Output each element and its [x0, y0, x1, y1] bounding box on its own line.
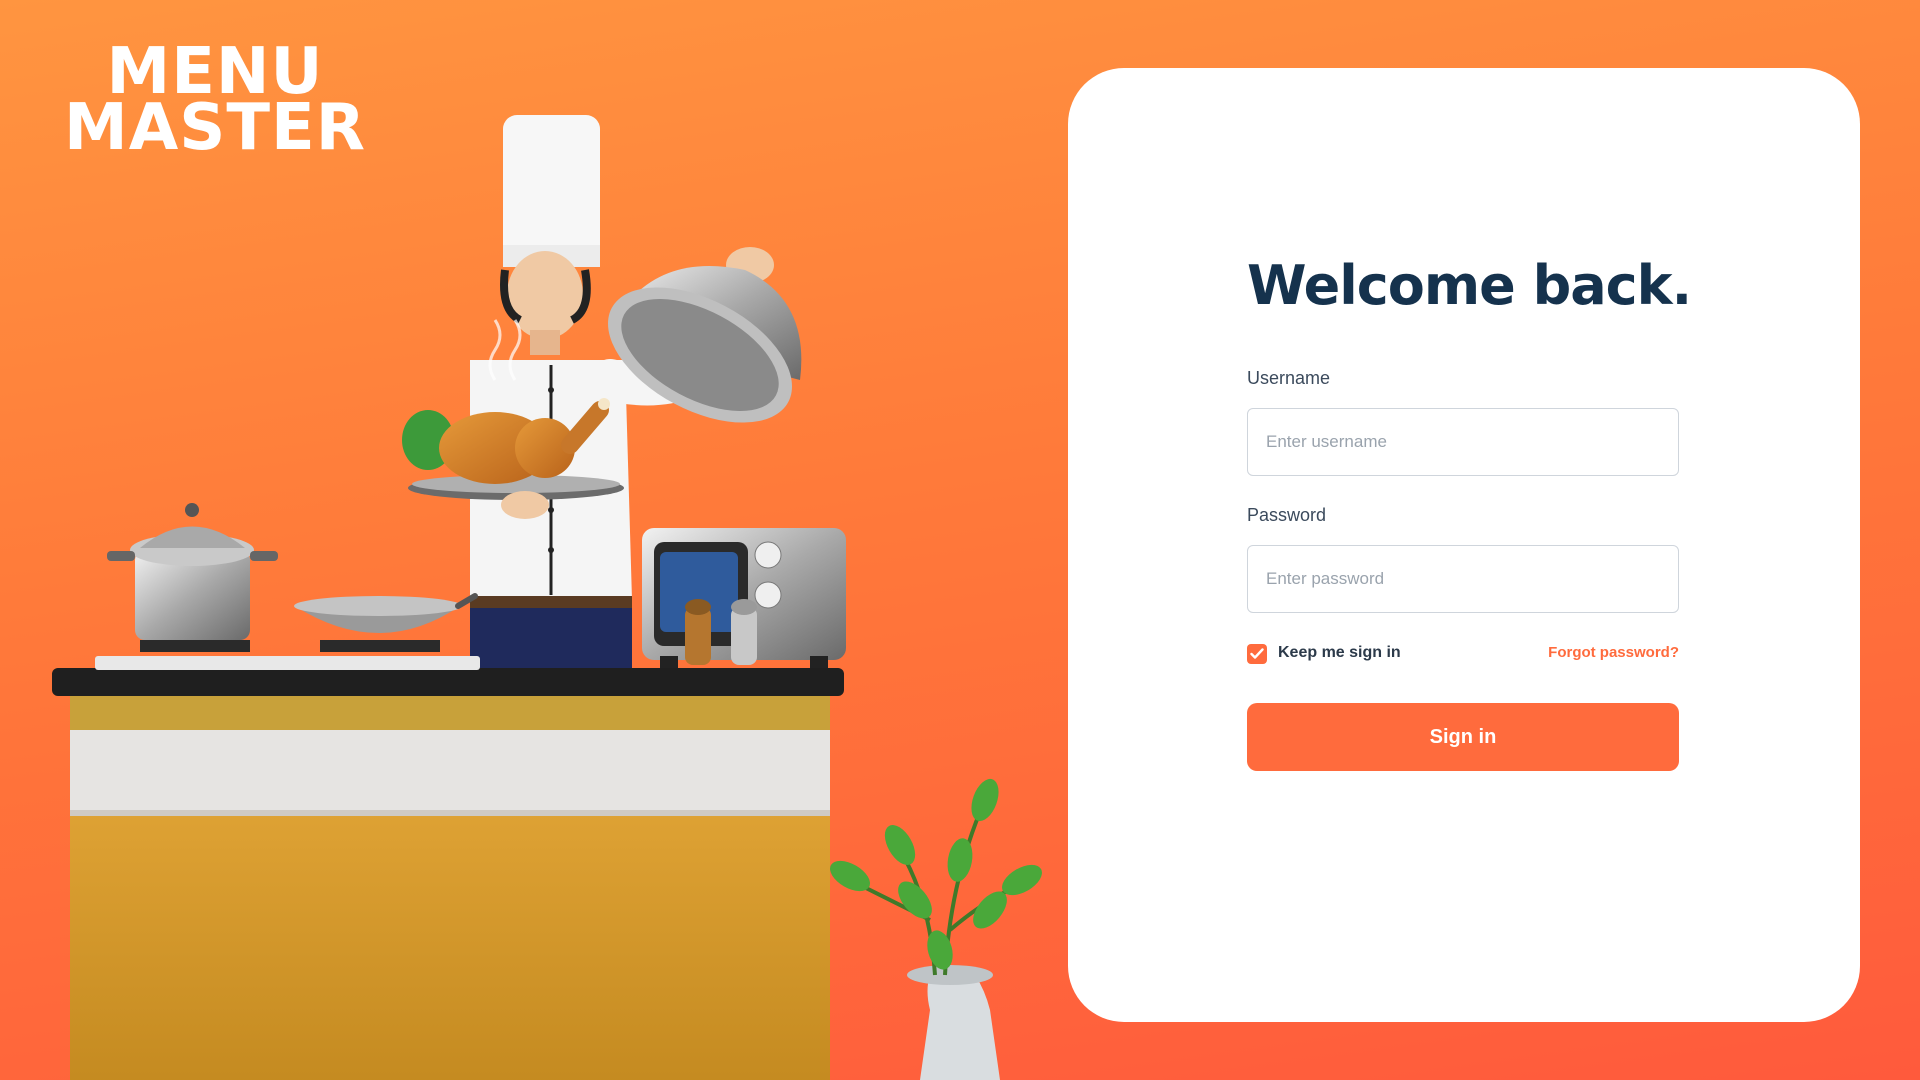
username-input[interactable]	[1247, 408, 1679, 476]
stove	[95, 640, 480, 670]
password-label: Password	[1247, 505, 1327, 525]
kitchen-counter	[52, 668, 844, 1080]
page-title: Welcome back.	[1247, 254, 1692, 317]
username-label: Username	[1247, 368, 1331, 388]
chef-kitchen-illustration	[52, 115, 1042, 1080]
keep-signed-in-checkbox[interactable]	[1247, 644, 1267, 664]
sign-in-button[interactable]: Sign in	[1247, 703, 1679, 771]
password-input[interactable]	[1247, 545, 1679, 613]
remember-row: Keep me sign in Forgot password?	[1247, 642, 1679, 666]
login-card: Welcome back. Username Password Keep me …	[1068, 68, 1860, 1022]
checkmark-icon	[1250, 648, 1264, 659]
cooking-pot	[107, 503, 278, 640]
forgot-password-link[interactable]: Forgot password?	[1548, 644, 1679, 661]
keep-signed-in-label[interactable]: Keep me sign in	[1278, 644, 1401, 662]
potted-plant	[830, 778, 1042, 1080]
frying-pan	[294, 593, 478, 633]
chicken-tray	[402, 319, 624, 519]
